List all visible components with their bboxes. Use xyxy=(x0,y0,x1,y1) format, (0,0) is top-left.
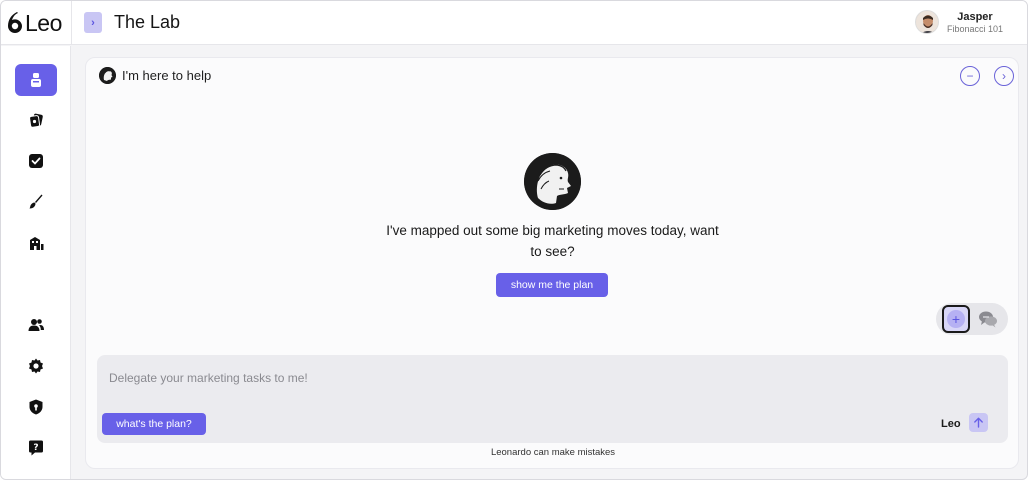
minimize-button[interactable]: − xyxy=(960,66,980,86)
users-icon xyxy=(28,319,44,331)
sidebar-item-security[interactable] xyxy=(15,391,57,423)
user-subtitle: Fibonacci 101 xyxy=(946,23,1003,34)
send-button[interactable] xyxy=(969,413,988,432)
next-button[interactable]: › xyxy=(994,66,1014,86)
sidebar-item-company[interactable] xyxy=(15,227,57,259)
disclaimer-text: Leonardo can make mistakes xyxy=(490,447,616,458)
brush-icon xyxy=(29,194,43,209)
sidebar-item-settings[interactable] xyxy=(15,350,57,382)
minus-icon: − xyxy=(966,69,974,83)
chat-header-text: I'm here to help xyxy=(122,68,212,83)
sidebar-item-cards[interactable] xyxy=(15,105,57,137)
show-plan-button[interactable]: show me the plan xyxy=(496,273,608,297)
header-divider xyxy=(71,1,72,45)
logo-text: Leo xyxy=(25,9,62,36)
quick-actions: + xyxy=(936,303,1008,335)
chat-header: I'm here to help xyxy=(99,67,211,84)
leo-logo-icon xyxy=(8,12,22,33)
new-chat-button[interactable]: + xyxy=(942,305,970,333)
message-input[interactable] xyxy=(109,367,809,389)
shield-icon xyxy=(29,399,43,415)
page-title: The Lab xyxy=(114,12,181,32)
leo-avatar-icon xyxy=(99,67,116,84)
whats-the-plan-button[interactable]: what's the plan? xyxy=(102,413,206,435)
help-icon: ? xyxy=(29,440,43,456)
plus-icon: + xyxy=(947,310,965,328)
svg-text:?: ? xyxy=(33,443,38,453)
panel-toggle-icon: › xyxy=(91,16,95,29)
cards-icon xyxy=(29,113,43,128)
sidebar-item-tasks[interactable] xyxy=(15,145,57,177)
top-bar: Leo › The Lab Jasper Fibonacci 101 xyxy=(1,1,1027,45)
building-icon xyxy=(30,237,44,250)
app-window: Leo › The Lab Jasper Fibonacci 101 ? I'm… xyxy=(0,0,1028,480)
avatar xyxy=(914,10,939,34)
model-label[interactable]: Leo xyxy=(941,418,961,430)
user-profile[interactable]: Jasper Fibonacci 101 xyxy=(914,10,1003,34)
chat-bubbles-icon[interactable] xyxy=(978,309,998,329)
assistant-message: I've mapped out some big marketing moves… xyxy=(386,223,719,259)
sidebar-item-help[interactable]: ? xyxy=(15,432,57,464)
sidebar-item-team[interactable] xyxy=(15,309,57,341)
panel-toggle-button[interactable]: › xyxy=(84,12,102,33)
composer: what's the plan? Leo xyxy=(97,355,1008,443)
agent-icon xyxy=(31,73,41,87)
leo-portrait-icon xyxy=(524,153,581,210)
logo[interactable]: Leo xyxy=(6,8,62,38)
gear-icon xyxy=(29,358,43,374)
chevron-right-icon: › xyxy=(1002,69,1006,83)
sidebar-item-agent[interactable] xyxy=(15,64,57,96)
sidebar-item-creative[interactable] xyxy=(15,186,57,218)
user-name: Jasper xyxy=(957,10,993,23)
sidebar: ? xyxy=(1,46,71,479)
checkbox-icon xyxy=(29,154,43,168)
arrow-up-icon xyxy=(974,417,983,428)
chat-panel: I'm here to help − › I've mapped out som… xyxy=(85,57,1019,469)
